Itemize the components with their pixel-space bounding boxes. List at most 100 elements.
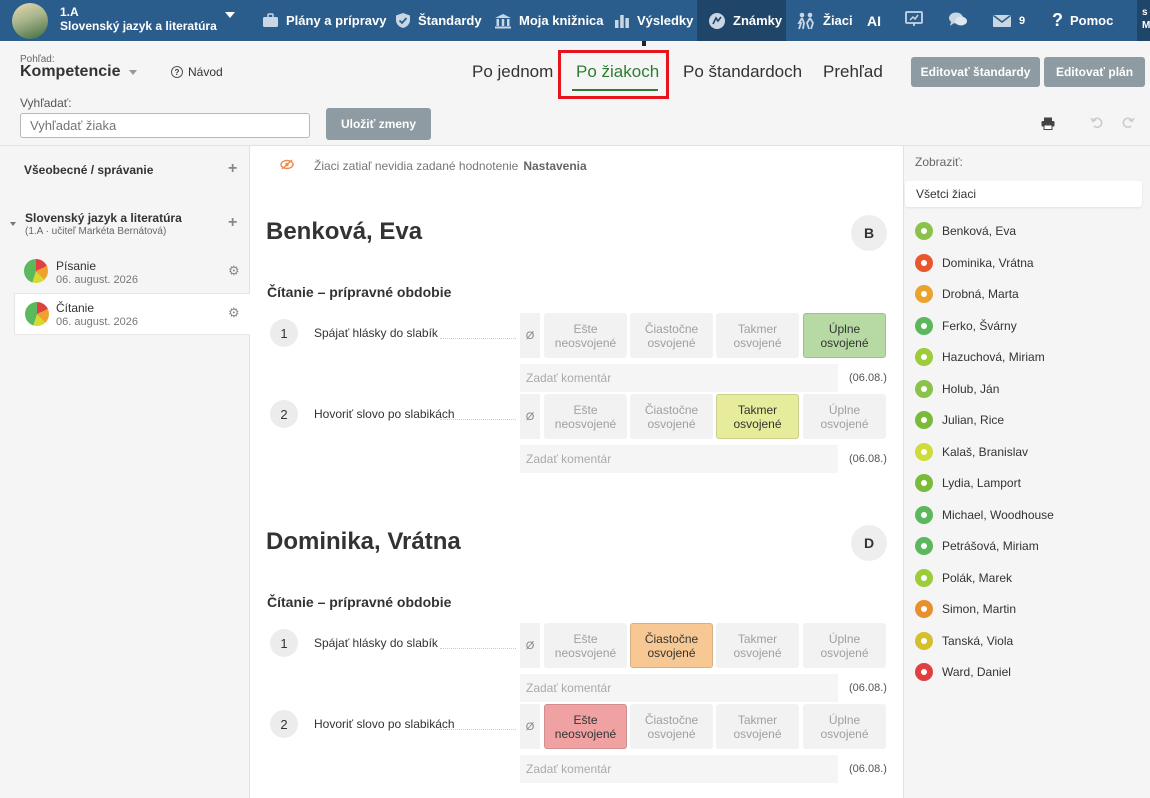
nav-library[interactable]: Moja knižnica bbox=[494, 0, 604, 41]
student-status-icon bbox=[915, 474, 933, 492]
student-status-icon bbox=[915, 253, 933, 272]
student-list-name: Kalaš, Branislav bbox=[942, 444, 1029, 459]
tab-by-standards[interactable]: Po štandardoch bbox=[683, 62, 802, 82]
undo-icon[interactable] bbox=[1090, 116, 1103, 134]
tab-individually[interactable]: Po jednom bbox=[472, 62, 553, 82]
student-list-name: Benková, Eva bbox=[942, 224, 1017, 238]
student-list-item[interactable]: Lydia, Lamport bbox=[915, 473, 1135, 493]
nav-plans[interactable]: Plány a prípravy bbox=[262, 0, 386, 41]
user-menu[interactable]: s M bbox=[1137, 0, 1150, 41]
edit-plan-button[interactable]: Editovať plán bbox=[1044, 57, 1145, 87]
grade-option[interactable]: Takmer osvojené bbox=[716, 623, 799, 668]
student-list-item[interactable]: Simon, Martin bbox=[915, 599, 1135, 619]
nav-messages[interactable]: 9 bbox=[992, 0, 1025, 41]
student-filter-select[interactable]: Všetci žiaci bbox=[905, 181, 1142, 207]
grade-option[interactable]: Takmer osvojené bbox=[716, 394, 799, 439]
chevron-down-icon bbox=[225, 12, 235, 18]
class-selector[interactable]: 1.A Slovenský jazyk a literatúra bbox=[60, 5, 240, 37]
grade-option[interactable]: Ešte neosvojené bbox=[544, 394, 627, 439]
grade-option[interactable]: Úplne osvojené bbox=[803, 313, 886, 358]
overall-grade-badge[interactable]: B bbox=[851, 215, 887, 251]
caret-marker bbox=[642, 41, 646, 46]
overall-grade-badge[interactable]: D bbox=[851, 525, 887, 561]
grade-option-none[interactable]: Ø bbox=[520, 704, 540, 749]
redo-icon[interactable] bbox=[1122, 116, 1135, 134]
gear-icon[interactable]: ⚙ bbox=[228, 305, 240, 321]
grade-option[interactable]: Ešte neosvojené bbox=[544, 313, 627, 358]
student-status-icon bbox=[915, 316, 933, 335]
grade-option-none[interactable]: Ø bbox=[520, 313, 540, 358]
grade-option[interactable]: Čiastočne osvojené bbox=[630, 313, 713, 358]
section-title: Čítanie – prípravné obdobie bbox=[267, 284, 452, 300]
student-list-item[interactable]: Julian, Rice bbox=[915, 410, 1135, 430]
student-list-name: Ferko, Švárny bbox=[942, 318, 1017, 333]
student-list-item[interactable]: Ferko, Švárny bbox=[915, 316, 1135, 336]
nav-standards[interactable]: Štandardy bbox=[395, 0, 482, 41]
student-list-item[interactable]: Tanská, Viola bbox=[915, 631, 1135, 651]
settings-link[interactable]: Nastavenia bbox=[523, 159, 586, 173]
add-icon[interactable]: + bbox=[228, 160, 237, 178]
nav-present[interactable] bbox=[905, 0, 923, 41]
comment-input[interactable]: Zadať komentár bbox=[520, 364, 838, 392]
user-initial-top: s bbox=[1142, 7, 1148, 18]
student-list-name: Hazuchová, Miriam bbox=[942, 350, 1045, 364]
nav-help-label: Pomoc bbox=[1070, 13, 1114, 28]
grade-option[interactable]: Úplne osvojené bbox=[803, 623, 886, 668]
tab-by-students[interactable]: Po žiakoch bbox=[576, 62, 659, 82]
comment-input[interactable]: Zadať komentár bbox=[520, 755, 838, 783]
criterion-number: 1 bbox=[270, 629, 298, 657]
student-list-item[interactable]: Drobná, Marta bbox=[915, 284, 1135, 304]
student-list-item[interactable]: Dominika, Vrátna bbox=[915, 253, 1135, 273]
assessment-item-active[interactable]: Čítanie 06. august. 2026 ⚙ bbox=[14, 293, 250, 335]
right-student-panel: Zobraziť: Všetci žiaci bbox=[903, 146, 1150, 798]
grade-option[interactable]: Čiastočne osvojené bbox=[630, 623, 713, 668]
grade-option[interactable]: Čiastočne osvojené bbox=[630, 704, 713, 749]
gear-icon[interactable]: ⚙ bbox=[228, 263, 240, 279]
nav-chat[interactable] bbox=[948, 0, 968, 41]
student-list-item[interactable]: Michael, Woodhouse bbox=[915, 505, 1135, 525]
student-list-item[interactable]: Hazuchová, Miriam bbox=[915, 347, 1135, 367]
nav-ai[interactable]: AI bbox=[867, 0, 881, 41]
dotted-leader bbox=[440, 729, 516, 730]
criterion-date: (06.08.) bbox=[849, 682, 887, 694]
student-list-item[interactable]: Holub, Ján bbox=[915, 379, 1135, 399]
grade-option[interactable]: Úplne osvojené bbox=[803, 394, 886, 439]
comment-input[interactable]: Zadať komentár bbox=[520, 674, 838, 702]
nav-results[interactable]: Výsledky bbox=[614, 0, 693, 41]
student-list-item[interactable]: Petrášová, Miriam bbox=[915, 536, 1135, 556]
class-logo[interactable] bbox=[12, 3, 48, 39]
grade-option-none[interactable]: Ø bbox=[520, 394, 540, 439]
grade-option-none[interactable]: Ø bbox=[520, 623, 540, 668]
assessment-item[interactable]: Písanie 06. august. 2026 ⚙ bbox=[14, 251, 249, 293]
student-list-name: Michael, Woodhouse bbox=[942, 507, 1054, 522]
view-selector[interactable]: Kompetencie bbox=[20, 63, 138, 81]
general-behavior-item[interactable]: Všeobecné / správanie + bbox=[0, 146, 249, 194]
student-list-item[interactable]: Polák, Marek bbox=[915, 568, 1135, 588]
print-icon[interactable] bbox=[1041, 117, 1055, 135]
grade-option[interactable]: Takmer osvojené bbox=[716, 704, 799, 749]
grade-option[interactable]: Čiastočne osvojené bbox=[630, 394, 713, 439]
nav-grades[interactable]: Známky bbox=[697, 0, 786, 41]
student-list-item[interactable]: Ward, Daniel bbox=[915, 662, 1135, 682]
criterion-date: (06.08.) bbox=[849, 453, 887, 465]
student-status-icon bbox=[915, 222, 933, 240]
nav-students[interactable]: Žiaci bbox=[796, 0, 853, 41]
search-input[interactable] bbox=[20, 113, 310, 138]
subject-group[interactable]: Slovenský jazyk a literatúra (1.A · učit… bbox=[0, 204, 249, 240]
student-list-item[interactable]: Benková, Eva bbox=[915, 221, 1135, 241]
comment-input[interactable]: Zadať komentár bbox=[520, 445, 838, 473]
add-icon[interactable]: + bbox=[228, 214, 237, 232]
guide-link[interactable]: ? Návod bbox=[171, 65, 223, 79]
edit-standards-button[interactable]: Editovať štandardy bbox=[911, 57, 1040, 87]
grade-option[interactable]: Úplne osvojené bbox=[803, 704, 886, 749]
grade-option[interactable]: Takmer osvojené bbox=[716, 313, 799, 358]
grade-option[interactable]: Ešte neosvojené bbox=[544, 704, 627, 749]
student-list-name: Petrášová, Miriam bbox=[942, 539, 1039, 553]
question-circle-icon: ? bbox=[171, 66, 183, 78]
grade-option[interactable]: Ešte neosvojené bbox=[544, 623, 627, 668]
student-list-item[interactable]: Kalaš, Branislav bbox=[915, 442, 1135, 462]
tab-overview[interactable]: Prehľad bbox=[823, 62, 883, 82]
guide-label: Návod bbox=[188, 65, 223, 79]
nav-help[interactable]: ? Pomoc bbox=[1052, 0, 1113, 41]
save-changes-button[interactable]: Uložiť zmeny bbox=[326, 108, 431, 140]
